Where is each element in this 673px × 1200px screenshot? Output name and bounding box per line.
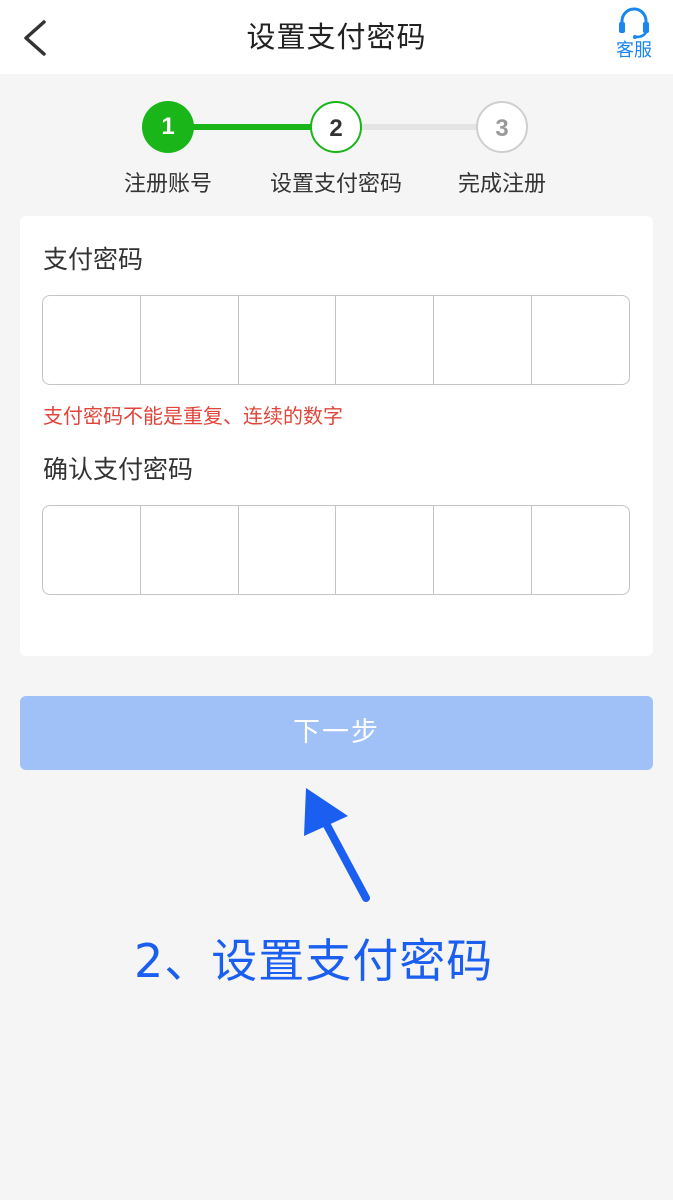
confirm-digit-cell[interactable] <box>532 506 629 594</box>
confirm-password-label: 确认支付密码 <box>43 455 194 484</box>
password-input[interactable] <box>42 295 630 385</box>
back-button[interactable] <box>14 16 58 60</box>
confirm-digit-cell[interactable] <box>336 506 435 594</box>
confirm-digit-cell[interactable] <box>239 506 337 594</box>
password-digit-cell[interactable] <box>336 296 435 384</box>
chevron-left-icon <box>24 20 46 56</box>
password-digit-cell[interactable] <box>141 296 239 384</box>
password-form-card: 支付密码 支付密码不能是重复、连续的数字 确认支付密码 <box>20 216 653 656</box>
screen: 设置支付密码 客服 1 2 3 注册账号 设置支付密码 完成注册 支付密码 支付… <box>0 0 673 1200</box>
navbar: 设置支付密码 客服 <box>0 0 673 74</box>
next-step-button[interactable]: 下一步 <box>20 696 653 770</box>
confirm-digit-cell[interactable] <box>141 506 239 594</box>
password-error-message: 支付密码不能是重复、连续的数字 <box>43 404 343 428</box>
confirm-password-input[interactable] <box>42 505 630 595</box>
customer-service-label: 客服 <box>616 40 652 61</box>
step-3-circle: 3 <box>476 101 528 153</box>
password-digit-cell[interactable] <box>239 296 337 384</box>
annotation-arrow-icon <box>304 788 370 902</box>
step-2-number: 2 <box>329 115 343 142</box>
step-1-circle: 1 <box>142 101 194 153</box>
progress-steps: 1 2 3 注册账号 设置支付密码 完成注册 <box>0 74 673 214</box>
password-digit-cell[interactable] <box>532 296 629 384</box>
confirm-digit-cell[interactable] <box>43 506 141 594</box>
customer-service-button[interactable]: 客服 <box>609 6 659 68</box>
confirm-digit-cell[interactable] <box>434 506 533 594</box>
password-digit-cell[interactable] <box>434 296 533 384</box>
annotation-caption: 2、设置支付密码 <box>134 934 494 988</box>
password-digit-cell[interactable] <box>43 296 141 384</box>
page-title: 设置支付密码 <box>246 20 427 54</box>
headset-icon <box>619 7 649 39</box>
step-1-number: 1 <box>161 113 175 140</box>
step-3-label: 完成注册 <box>457 172 546 197</box>
step-3-number: 3 <box>495 115 509 142</box>
step-1-label: 注册账号 <box>123 172 212 197</box>
step-2-label: 设置支付密码 <box>269 172 402 197</box>
password-label: 支付密码 <box>43 245 144 274</box>
step-2-circle: 2 <box>310 101 362 153</box>
